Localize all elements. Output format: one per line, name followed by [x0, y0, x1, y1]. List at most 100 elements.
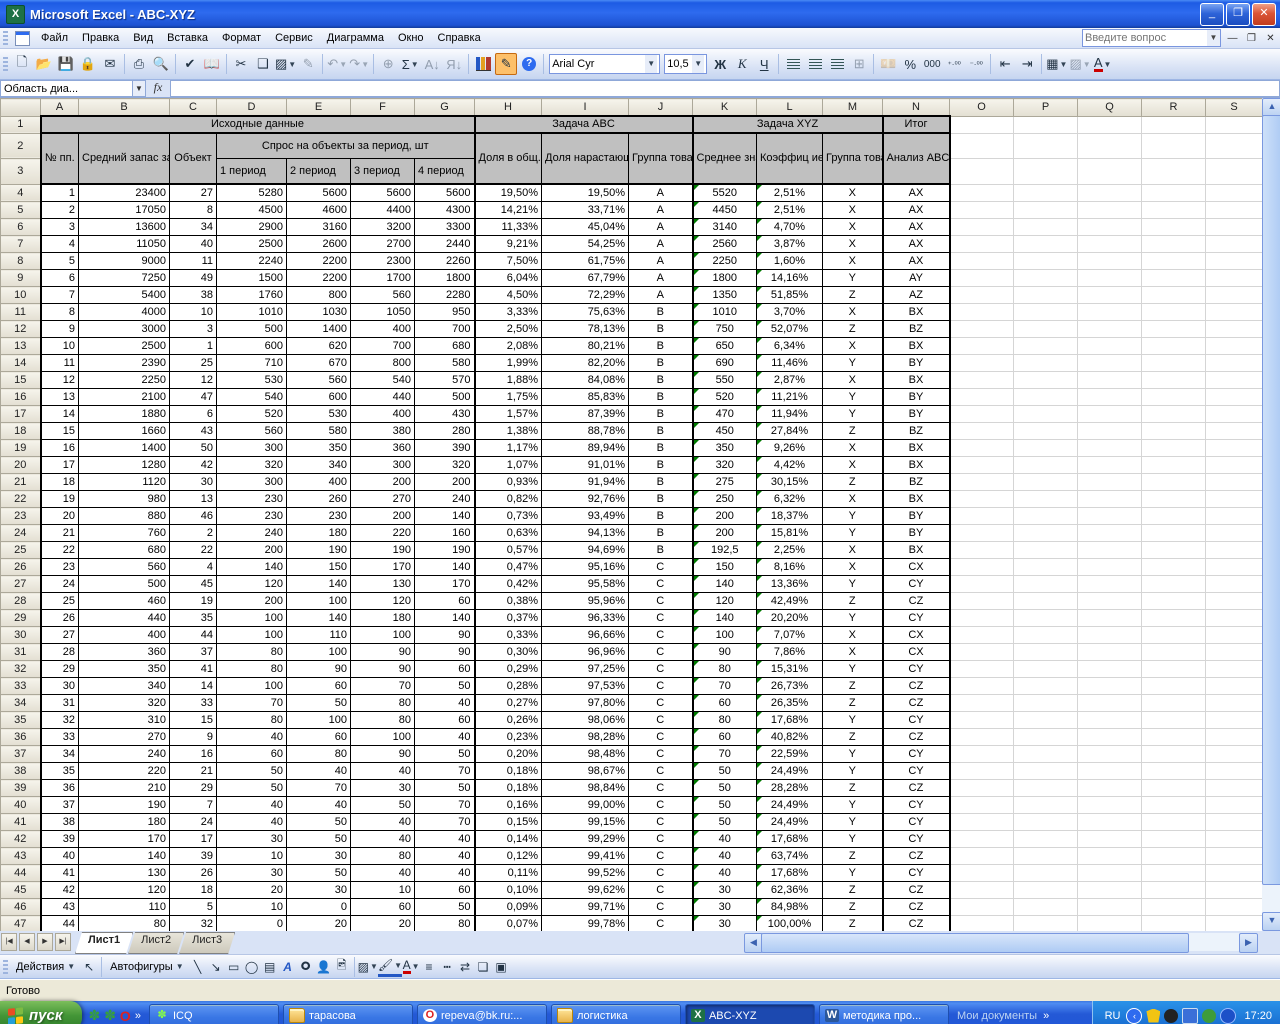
cell[interactable]: 13,36% — [757, 576, 823, 593]
cell[interactable]: 0,15% — [475, 814, 542, 831]
cell[interactable]: 99,78% — [542, 916, 629, 932]
cell[interactable]: 42 — [170, 457, 217, 474]
empty-cell[interactable] — [1014, 474, 1078, 491]
cell[interactable]: 560 — [287, 372, 351, 389]
cell[interactable]: 0,20% — [475, 746, 542, 763]
empty-cell[interactable] — [1014, 338, 1078, 355]
cell[interactable]: 50 — [693, 780, 757, 797]
empty-cell[interactable] — [1014, 559, 1078, 576]
empty-cell[interactable] — [1078, 355, 1142, 372]
cell[interactable]: CZ — [883, 593, 950, 610]
cell[interactable]: BZ — [883, 423, 950, 440]
cell[interactable]: X — [823, 559, 883, 576]
cell[interactable]: C — [629, 661, 693, 678]
workbook-icon[interactable] — [15, 31, 30, 46]
comma-style-icon[interactable]: 000 — [922, 54, 942, 74]
header-task-abc[interactable]: Задача ABC — [475, 116, 693, 133]
cell[interactable]: 9 — [41, 321, 79, 338]
row-header[interactable]: 12 — [1, 321, 41, 338]
cell[interactable]: CY — [883, 746, 950, 763]
cell[interactable]: 2500 — [217, 236, 287, 253]
cell[interactable]: 120 — [79, 882, 170, 899]
cell[interactable]: BX — [883, 304, 950, 321]
empty-cell[interactable] — [1142, 831, 1206, 848]
cell[interactable]: 72,29% — [542, 287, 629, 304]
cell[interactable]: 40 — [217, 729, 287, 746]
cell[interactable]: 2100 — [79, 389, 170, 406]
empty-cell[interactable] — [1142, 406, 1206, 423]
cell[interactable]: 94,69% — [542, 542, 629, 559]
cell[interactable]: 390 — [415, 440, 475, 457]
cell[interactable]: 90 — [415, 644, 475, 661]
cell[interactable]: 750 — [693, 321, 757, 338]
cell[interactable]: 1,38% — [475, 423, 542, 440]
empty-cell[interactable] — [1206, 746, 1263, 763]
empty-cell[interactable] — [1014, 661, 1078, 678]
cell[interactable]: Y — [823, 746, 883, 763]
cell[interactable]: 24,49% — [757, 763, 823, 780]
line-icon[interactable]: ╲ — [189, 958, 207, 975]
cell[interactable]: 98,06% — [542, 712, 629, 729]
cell[interactable]: 10 — [41, 338, 79, 355]
cell[interactable]: 96,66% — [542, 627, 629, 644]
cell[interactable]: 0,42% — [475, 576, 542, 593]
row-header[interactable]: 42 — [1, 831, 41, 848]
cell[interactable]: 84,08% — [542, 372, 629, 389]
empty-cell[interactable] — [1206, 525, 1263, 542]
scroll-down-icon[interactable]: ▼ — [1262, 912, 1280, 931]
cell[interactable]: 260 — [287, 491, 351, 508]
cell[interactable]: 27,84% — [757, 423, 823, 440]
cell[interactable]: A — [629, 236, 693, 253]
cell[interactable]: X — [823, 304, 883, 321]
workbook-minimize-button[interactable]: — — [1224, 33, 1241, 44]
cell[interactable]: 90 — [287, 661, 351, 678]
restore-button[interactable]: ❐ — [1226, 3, 1250, 26]
empty-cell[interactable] — [1142, 159, 1206, 185]
cell[interactable]: 120 — [351, 593, 415, 610]
align-right-icon[interactable] — [827, 54, 847, 74]
cell[interactable]: Z — [823, 474, 883, 491]
cell[interactable]: 180 — [287, 525, 351, 542]
cell[interactable]: 0,73% — [475, 508, 542, 525]
cell[interactable]: 350 — [693, 440, 757, 457]
cell[interactable]: Y — [823, 610, 883, 627]
empty-cell[interactable] — [1142, 899, 1206, 916]
cell[interactable]: C — [629, 899, 693, 916]
row-header[interactable]: 13 — [1, 338, 41, 355]
cell[interactable]: 41 — [170, 661, 217, 678]
empty-cell[interactable] — [1014, 270, 1078, 287]
cell[interactable]: 97,80% — [542, 695, 629, 712]
row-header[interactable]: 5 — [1, 202, 41, 219]
last-sheet-icon[interactable]: ▶| — [55, 933, 71, 951]
cell[interactable]: 30 — [693, 916, 757, 932]
column-header[interactable]: C — [170, 99, 217, 117]
picture-icon[interactable]: 🖻 — [333, 958, 351, 975]
cell[interactable]: 60 — [415, 593, 475, 610]
empty-cell[interactable] — [1142, 559, 1206, 576]
cell[interactable]: 39 — [41, 831, 79, 848]
cell[interactable]: 2700 — [351, 236, 415, 253]
cell[interactable]: C — [629, 627, 693, 644]
cell[interactable]: 140 — [287, 610, 351, 627]
cell[interactable]: 80 — [693, 661, 757, 678]
cell[interactable]: X — [823, 644, 883, 661]
cell[interactable]: B — [629, 508, 693, 525]
cell[interactable]: B — [629, 304, 693, 321]
cell[interactable]: 8,16% — [757, 559, 823, 576]
empty-cell[interactable] — [1078, 423, 1142, 440]
empty-cell[interactable] — [1014, 133, 1078, 159]
empty-cell[interactable] — [1142, 321, 1206, 338]
cut-icon[interactable]: ✂ — [231, 54, 251, 74]
row-header[interactable]: 46 — [1, 899, 41, 916]
cell[interactable]: Y — [823, 355, 883, 372]
cell[interactable]: 10 — [351, 882, 415, 899]
diagram-icon[interactable]: 🞉 — [297, 958, 315, 975]
cell[interactable]: 11,21% — [757, 389, 823, 406]
cell[interactable]: 275 — [693, 474, 757, 491]
cell[interactable]: 540 — [351, 372, 415, 389]
cell[interactable]: 90 — [351, 661, 415, 678]
empty-cell[interactable] — [950, 406, 1014, 423]
vertical-scroll-thumb[interactable] — [1262, 115, 1280, 885]
cell[interactable]: 91,94% — [542, 474, 629, 491]
menu-item[interactable]: Окно — [391, 30, 431, 46]
